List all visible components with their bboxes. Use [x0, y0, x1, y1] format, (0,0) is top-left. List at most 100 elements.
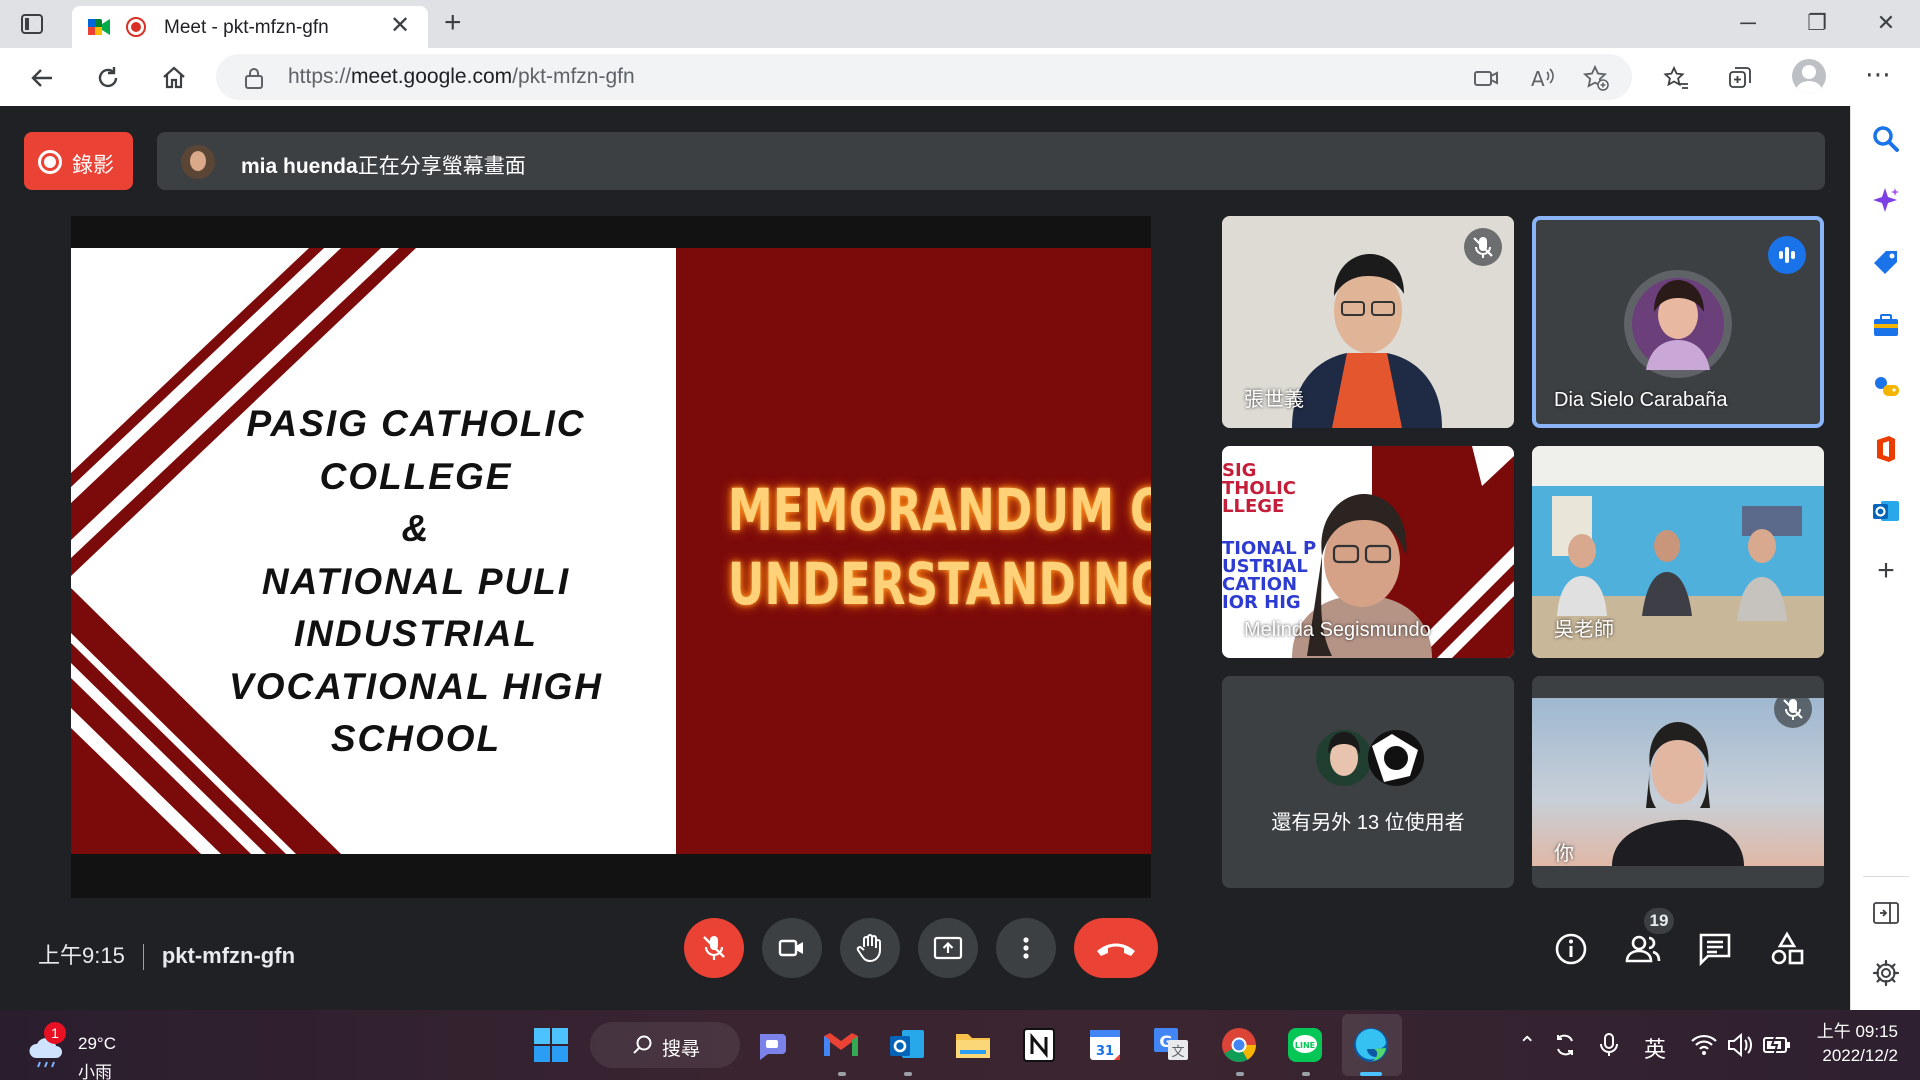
- svg-text:31: 31: [1096, 1044, 1114, 1059]
- windows-start-icon[interactable]: [530, 1024, 572, 1066]
- shared-screen[interactable]: PASIG CATHOLIC COLLEGE & NATIONAL PULI I…: [71, 216, 1151, 898]
- participant-tile[interactable]: 張世義: [1222, 216, 1514, 428]
- participant-tile[interactable]: 吳老師: [1532, 446, 1824, 658]
- speaking-indicator-icon: [1768, 236, 1806, 274]
- office-icon[interactable]: [1871, 434, 1901, 464]
- meeting-code[interactable]: pkt-mfzn-gfn: [162, 943, 295, 968]
- lock-icon[interactable]: [244, 67, 264, 89]
- participant-name: 吳老師: [1554, 619, 1614, 641]
- games-icon[interactable]: [1871, 372, 1901, 402]
- url-text[interactable]: https://meet.google.com/pkt-mfzn-gfn: [288, 65, 635, 89]
- teams-chat-icon[interactable]: [754, 1024, 796, 1066]
- google-meet-icon: [88, 19, 110, 35]
- slide-line: &: [401, 508, 431, 549]
- collections-icon[interactable]: [1726, 64, 1754, 92]
- url-host: meet.google.com: [351, 65, 513, 88]
- more-options-button[interactable]: [996, 918, 1056, 978]
- meeting-time: 上午9:15: [38, 943, 125, 968]
- gmail-icon[interactable]: [820, 1024, 862, 1066]
- recording-indicator-icon: [126, 17, 146, 37]
- running-indicator: [904, 1072, 912, 1076]
- recording-button[interactable]: 錄影: [24, 132, 133, 190]
- slide-line: INDUSTRIAL: [293, 613, 539, 654]
- browser-tab-meet[interactable]: Meet - pkt-mfzn-gfn ✕: [72, 6, 428, 48]
- search-label: 搜尋: [662, 1039, 701, 1060]
- mic-off-icon: [1774, 690, 1812, 728]
- temperature: 29°C: [78, 1034, 116, 1053]
- slide-line: PASIG CATHOLIC: [246, 403, 586, 444]
- reload-icon[interactable]: [94, 64, 122, 92]
- close-window-icon[interactable]: ✕: [1871, 10, 1901, 36]
- tray-overflow-icon[interactable]: ⌃: [1518, 1032, 1536, 1058]
- recording-label: 錄影: [72, 154, 114, 177]
- address-bar[interactable]: https://meet.google.com/pkt-mfzn-gfn A: [216, 54, 1632, 100]
- favorites-icon[interactable]: [1662, 64, 1690, 92]
- edge-browser-icon[interactable]: [1350, 1024, 1392, 1066]
- leave-call-button[interactable]: [1074, 918, 1158, 978]
- back-icon[interactable]: [28, 64, 56, 92]
- read-aloud-icon[interactable]: A: [1528, 64, 1556, 92]
- svg-text:A: A: [1531, 67, 1545, 91]
- more-participants-label: 還有另外 13 位使用者: [1271, 812, 1465, 834]
- more-menu-icon[interactable]: ⋯: [1864, 60, 1892, 88]
- camera-toggle-button[interactable]: [762, 918, 822, 978]
- chat-icon[interactable]: [1696, 930, 1734, 968]
- settings-gear-icon[interactable]: [1871, 958, 1901, 988]
- presenting-text: 正在分享螢幕畫面: [357, 155, 526, 178]
- participant-tile[interactable]: SIG THOLIC LLEGE TIONAL P USTRIAL CATION…: [1222, 446, 1514, 658]
- camera-in-use-icon[interactable]: [1472, 64, 1500, 92]
- chrome-icon[interactable]: [1218, 1024, 1260, 1066]
- meet-main: 錄影 mia huenda正在分享螢幕畫面 PASIG CATHOLIC COL…: [0, 106, 1850, 1010]
- outlook-icon[interactable]: [1871, 496, 1901, 526]
- restore-icon[interactable]: ❐: [1802, 10, 1832, 36]
- battery-charging-icon[interactable]: [1762, 1032, 1792, 1058]
- microphone-tray-icon[interactable]: [1596, 1032, 1622, 1058]
- raise-hand-button[interactable]: [840, 918, 900, 978]
- new-tab-icon[interactable]: +: [444, 8, 462, 38]
- slide-line: COLLEGE: [319, 455, 513, 497]
- sync-icon[interactable]: [1552, 1032, 1578, 1058]
- url-path: /pkt-mfzn-gfn: [512, 65, 635, 88]
- system-clock[interactable]: 上午 09:15 2022/12/2: [1812, 1020, 1898, 1068]
- home-icon[interactable]: [160, 64, 188, 92]
- activities-icon[interactable]: [1768, 930, 1806, 968]
- sidebar-divider: [1863, 876, 1909, 877]
- tab-close-icon[interactable]: ✕: [390, 14, 410, 38]
- mic-off-icon: [1464, 228, 1502, 266]
- browser-toolbar: https://meet.google.com/pkt-mfzn-gfn A ⋯: [0, 48, 1920, 106]
- volume-icon[interactable]: [1726, 1032, 1754, 1058]
- camera-icon: [778, 939, 803, 957]
- participant-tile-active[interactable]: Dia Sielo Carabaña: [1532, 216, 1824, 428]
- wifi-icon[interactable]: [1690, 1032, 1718, 1058]
- people-icon[interactable]: [1624, 930, 1662, 968]
- tools-briefcase-icon[interactable]: [1871, 310, 1901, 340]
- google-translate-icon[interactable]: G 文: [1150, 1024, 1192, 1066]
- self-view-tile[interactable]: 你: [1532, 676, 1824, 888]
- minimize-icon[interactable]: ─: [1733, 10, 1763, 36]
- present-screen-button[interactable]: [918, 918, 978, 978]
- line-app-icon[interactable]: LINE: [1284, 1024, 1326, 1066]
- copilot-sparkle-icon[interactable]: [1871, 186, 1901, 216]
- input-language-indicator[interactable]: 英: [1644, 1032, 1666, 1064]
- add-favorite-icon[interactable]: [1582, 64, 1610, 92]
- search-icon[interactable]: [1871, 124, 1901, 154]
- add-sidebar-app-icon[interactable]: +: [1871, 556, 1901, 586]
- more-participants-tile[interactable]: 還有另外 13 位使用者: [1222, 676, 1514, 888]
- meeting-details-icon[interactable]: [1552, 930, 1590, 968]
- slide-line: NATIONAL PULI: [261, 560, 571, 602]
- file-explorer-icon[interactable]: [952, 1024, 994, 1066]
- notion-icon[interactable]: [1018, 1024, 1060, 1066]
- profile-avatar[interactable]: [1792, 59, 1826, 93]
- hide-sidebar-icon[interactable]: [1871, 898, 1901, 928]
- slide-title-text: MEMORANDUM OF UNDERSTANDING: [728, 473, 1151, 621]
- tab-actions-icon[interactable]: [20, 12, 44, 36]
- running-indicator: [838, 1072, 846, 1076]
- participant-name: 張世義: [1244, 389, 1304, 411]
- google-calendar-icon[interactable]: 31: [1084, 1024, 1126, 1066]
- taskbar-search[interactable]: 搜尋: [590, 1022, 740, 1068]
- running-indicator: [1236, 1072, 1244, 1076]
- microphone-toggle-button[interactable]: [684, 918, 744, 978]
- running-indicator: [1302, 1072, 1310, 1076]
- shopping-tag-icon[interactable]: [1871, 248, 1901, 278]
- outlook-icon[interactable]: [886, 1024, 928, 1066]
